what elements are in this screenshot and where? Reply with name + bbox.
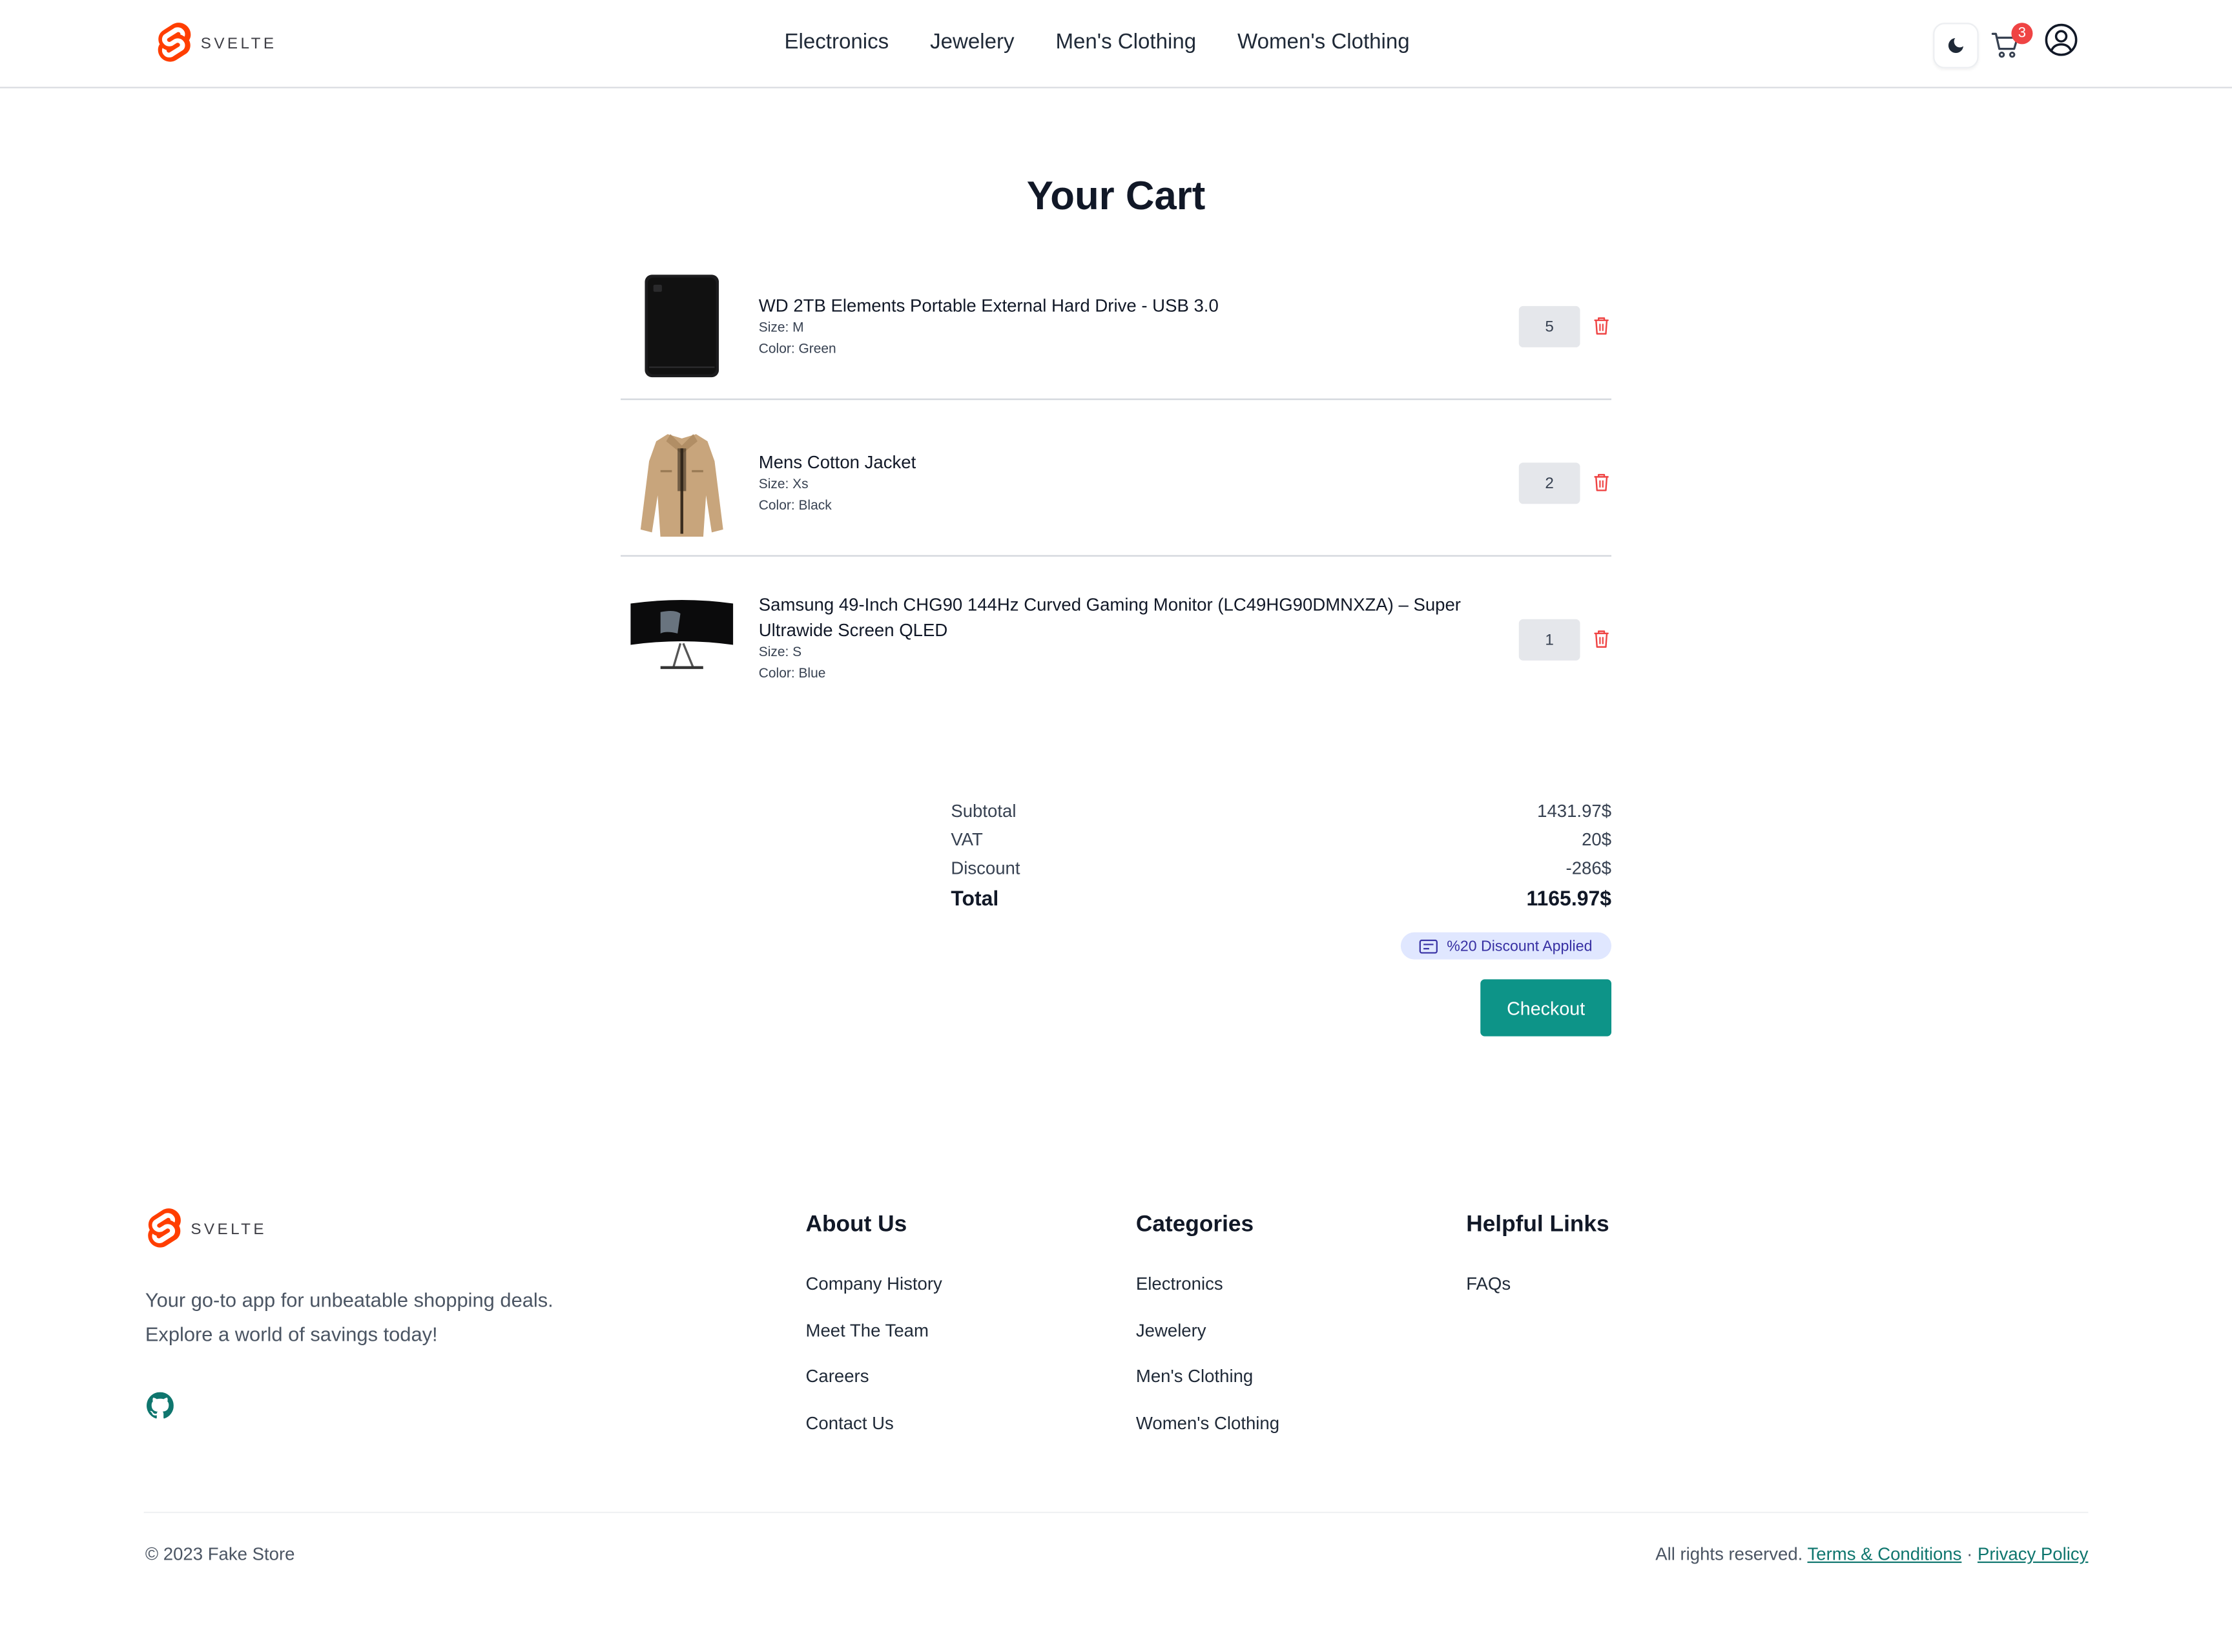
subtotal-row: Subtotal 1431.97$: [951, 797, 1611, 825]
cart-item-name[interactable]: Samsung 49-Inch CHG90 144Hz Curved Gamin…: [759, 592, 1506, 643]
total-row: Total 1165.97$: [951, 883, 1611, 917]
header-actions: 3: [1933, 23, 2081, 68]
subtotal-value: 1431.97$: [1537, 801, 1612, 821]
footer-brand-logo[interactable]: SVELTE: [144, 1207, 267, 1253]
cart-count-badge: 3: [2011, 23, 2033, 45]
top-header: SVELTE Electronics Jewelery Men's Clothi…: [0, 0, 2232, 88]
privacy-link[interactable]: Privacy Policy: [1978, 1544, 2088, 1564]
terms-link[interactable]: Terms & Conditions: [1808, 1544, 1962, 1564]
footer-link-contact-us[interactable]: Contact Us: [806, 1410, 942, 1457]
footer-divider: [143, 1511, 2089, 1513]
cart-item-size: Size: S: [758, 645, 802, 661]
vat-row: VAT 20$: [951, 825, 1611, 854]
trash-icon[interactable]: [1593, 629, 1609, 649]
footer-link-mens-clothing[interactable]: Men's Clothing: [1136, 1364, 1279, 1410]
total-label: Total: [951, 888, 999, 911]
footer-helpful-links-column: Helpful Links FAQs: [1466, 1208, 1609, 1317]
footer-copyright: © 2023 Fake Store: [145, 1544, 295, 1565]
footer-link-womens-clothing[interactable]: Women's Clothing: [1136, 1410, 1279, 1457]
jacket-image: [640, 434, 723, 537]
footer-categories-title: Categories: [1135, 1212, 1254, 1237]
footer-link-careers[interactable]: Careers: [806, 1364, 942, 1410]
trash-icon[interactable]: [1593, 473, 1609, 493]
cart-button[interactable]: 3: [1990, 23, 2033, 64]
cart-item: Samsung 49-Inch CHG90 144Hz Curved Gamin…: [621, 557, 1611, 725]
nav-jewelery[interactable]: Jewelery: [930, 30, 1014, 54]
discount-applied-badge: %20 Discount Applied: [1400, 932, 1612, 960]
discount-value: -286$: [1566, 858, 1612, 878]
cart-item: WD 2TB Elements Portable External Hard D…: [620, 260, 1612, 400]
total-value: 1165.97$: [1526, 888, 1612, 911]
main-nav: Electronics Jewelery Men's Clothing Wome…: [784, 30, 1409, 54]
monitor-image: [630, 600, 734, 669]
footer-legal: All rights reserved. Terms & Conditions …: [1655, 1544, 2088, 1564]
nav-electronics[interactable]: Electronics: [784, 30, 889, 54]
cart-item-size: Size: Xs: [758, 477, 809, 493]
footer-about-title: About Us: [805, 1212, 907, 1237]
footer-link-electronics[interactable]: Electronics: [1136, 1271, 1279, 1317]
cart-item-name[interactable]: WD 2TB Elements Portable External Hard D…: [759, 293, 1499, 319]
vat-label: VAT: [951, 829, 983, 850]
footer-link-meet-the-team[interactable]: Meet The Team: [806, 1317, 942, 1364]
footer-about-column: About Us Company History Meet The Team C…: [806, 1208, 942, 1456]
discount-row: Discount -286$: [951, 854, 1611, 882]
footer-categories-column: Categories Electronics Jewelery Men's Cl…: [1136, 1208, 1279, 1456]
hard-drive-image: [645, 274, 719, 378]
page-title: Your Cart: [1026, 173, 1206, 218]
ticket-icon: [1420, 938, 1438, 953]
theme-toggle-button[interactable]: [1933, 23, 1979, 68]
cart-item-color: Color: Black: [758, 497, 832, 513]
footer-link-jewelery[interactable]: Jewelery: [1136, 1317, 1279, 1364]
quantity-input[interactable]: 5: [1518, 305, 1580, 347]
nav-mens-clothing[interactable]: Men's Clothing: [1055, 30, 1196, 54]
quantity-input[interactable]: 2: [1518, 462, 1580, 504]
nav-womens-clothing[interactable]: Women's Clothing: [1237, 30, 1410, 54]
subtotal-label: Subtotal: [951, 801, 1017, 821]
svelte-logo-icon: [148, 1208, 181, 1248]
moon-icon: [1948, 37, 1964, 54]
quantity-input[interactable]: 1: [1518, 619, 1580, 661]
footer-helpful-links-title: Helpful Links: [1466, 1212, 1609, 1237]
cart-item-name[interactable]: Mens Cotton Jacket: [759, 449, 1499, 475]
svelte-logo-icon: [158, 23, 191, 62]
footer-rights-text: All rights reserved.: [1655, 1544, 1803, 1565]
vat-value: 20$: [1582, 829, 1612, 850]
account-button[interactable]: [2044, 23, 2078, 57]
trash-icon[interactable]: [1593, 316, 1609, 336]
footer-link-company-history[interactable]: Company History: [806, 1271, 942, 1317]
footer-brand-logo-text: SVELTE: [191, 1221, 267, 1239]
github-icon[interactable]: [147, 1392, 174, 1420]
footer-tagline: Your go-to app for unbeatable shopping d…: [145, 1288, 553, 1345]
user-circle-icon: [2045, 23, 2078, 56]
cart-item-color: Color: Green: [758, 340, 836, 357]
cart-item-size: Size: M: [758, 320, 804, 336]
cart-item-color: Color: Blue: [758, 665, 826, 681]
discount-label: Discount: [951, 858, 1020, 878]
brand-logo-text: SVELTE: [200, 36, 277, 53]
brand-logo[interactable]: SVELTE: [154, 21, 276, 67]
order-summary: Subtotal 1431.97$ VAT 20$ Discount -286$…: [951, 797, 1611, 916]
cart-item: Mens Cotton Jacket Size: Xs Color: Black…: [620, 400, 1612, 557]
checkout-button[interactable]: Checkout: [1480, 979, 1612, 1037]
discount-badge-text: %20 Discount Applied: [1447, 937, 1593, 955]
footer-link-faqs[interactable]: FAQs: [1466, 1271, 1609, 1317]
footer-separator: ·: [1967, 1544, 1973, 1565]
